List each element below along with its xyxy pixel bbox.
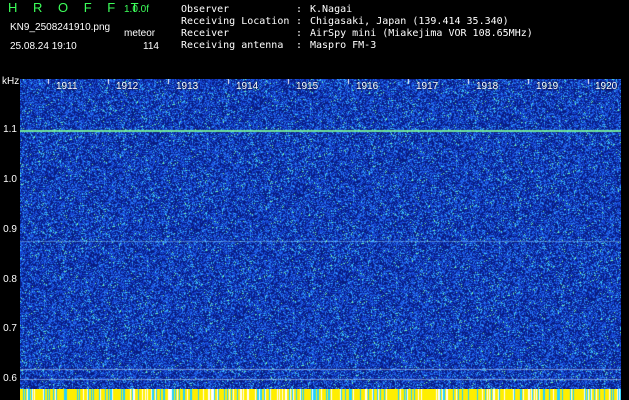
mode-label: meteor: [124, 28, 156, 39]
datetime-label: 25.08.24 19:10: [10, 41, 77, 52]
time-tick-label: 1911: [56, 81, 78, 92]
info-row-receiver: Receiver: AirSpy mini (Miakejima VOR 108.…: [181, 28, 533, 39]
info-row-antenna: Receiving antenna: Maspro FM-3: [181, 40, 377, 51]
time-tick-label: 1914: [236, 81, 259, 92]
y-tick-label: 0.9: [3, 224, 17, 235]
info-value: AirSpy mini (Miakejima VOR 108.65MHz): [310, 28, 533, 39]
info-key: Receiver: [181, 28, 230, 39]
info-key: Receiving antenna: [181, 40, 284, 51]
version-label: 1.0.0f: [124, 4, 150, 15]
time-tick-label: 1912: [116, 81, 139, 92]
info-row-observer: Observer: K.Nagai: [181, 4, 353, 15]
y-tick-label: 0.7: [3, 323, 17, 334]
info-key: Observer: [181, 4, 230, 15]
unit-label: kHz: [2, 76, 20, 87]
time-tick-label: 1915: [296, 81, 319, 92]
time-tick-label: 1917: [416, 81, 439, 92]
y-tick-label: 0.8: [3, 274, 17, 285]
detection-strip: [20, 389, 621, 400]
time-tick-label: 1920: [595, 81, 618, 92]
y-tick-label: 1.1: [3, 124, 17, 135]
info-value: Maspro FM-3: [310, 40, 377, 51]
detection-count: 114: [143, 41, 159, 52]
spectrogram-canvas[interactable]: [20, 79, 621, 389]
info-row-location: Receiving Location: Chigasaki, Japan (139…: [181, 16, 509, 27]
info-value: K.Nagai: [310, 4, 353, 15]
info-value: Chigasaki, Japan (139.414 35.340): [310, 16, 509, 27]
time-tick-label: 1913: [176, 81, 199, 92]
time-tick-label: 1919: [536, 81, 559, 92]
y-tick-label: 1.0: [3, 174, 17, 185]
time-tick-label: 1916: [356, 81, 379, 92]
filename-label: KN9_2508241910.png: [10, 22, 111, 33]
y-tick-label: 0.6: [3, 373, 17, 384]
info-key: Receiving Location: [181, 16, 290, 27]
time-tick-label: 1918: [476, 81, 499, 92]
